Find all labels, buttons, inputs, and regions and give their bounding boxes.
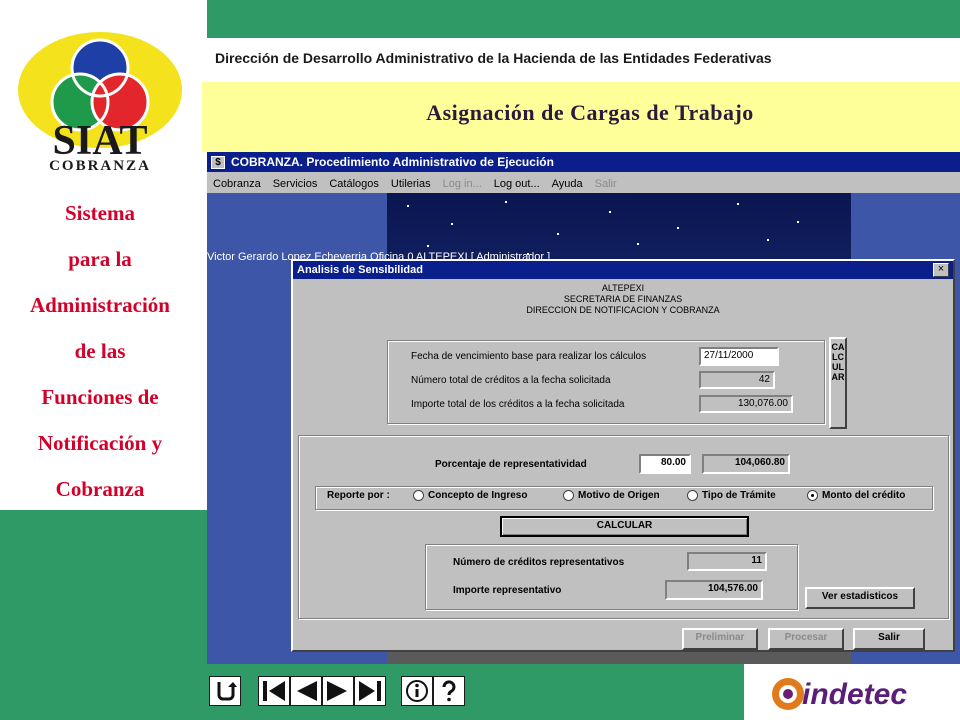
info-icon (406, 680, 428, 702)
first-icon (263, 681, 285, 701)
system-title-line: Administración (29, 293, 170, 317)
first-button[interactable] (258, 676, 290, 706)
num-creditos-field: 42 (699, 371, 775, 389)
previous-icon (297, 681, 317, 701)
menu-catalogos[interactable]: Catálogos (323, 178, 385, 190)
last-icon (359, 681, 381, 701)
importe-label: Importe total de los créditos a la fecha… (411, 399, 625, 410)
return-icon (217, 682, 237, 701)
app-titlebar: $ COBRANZA. Procedimiento Administrativo… (207, 152, 960, 172)
org-line: ALTEPEXI (601, 283, 645, 293)
radio-concepto-ingreso[interactable]: Concepto de Ingreso (413, 490, 527, 501)
menu-servicios[interactable]: Servicios (267, 178, 324, 190)
return-button[interactable] (209, 676, 241, 706)
next-icon (327, 681, 347, 701)
sensitivity-dialog: Analisis de Sensibilidad × ALTEPEXI SECR… (291, 259, 955, 652)
radio-indicator (807, 490, 818, 501)
system-title-line: de las (74, 339, 126, 363)
indetec-text: indetec (802, 678, 907, 711)
logo-subtext: COBRANZA (49, 158, 151, 174)
menu-login[interactable]: Log in... (437, 178, 488, 190)
system-title: Sistema para la Administración de las Fu… (0, 190, 200, 512)
radio-indicator (563, 490, 574, 501)
calcular-vertical-button[interactable]: CALCULAR (829, 337, 847, 429)
ver-estadisticos-label: Ver estadisticos (821, 591, 899, 602)
ver-estadisticos-button[interactable]: Ver estadisticos (805, 587, 915, 609)
radio-indicator (413, 490, 424, 501)
fecha-label: Fecha de vencimiento base para realizar … (411, 351, 647, 362)
salir-button[interactable]: Salir (853, 628, 925, 650)
left-panel: SIAT COBRANZA Sistema para la Administra… (0, 0, 207, 510)
page-title: Asignación de Cargas de Trabajo (426, 100, 754, 125)
radio-tipo-tramite[interactable]: Tipo de Trámite (687, 490, 776, 501)
procesar-button[interactable]: Procesar (768, 628, 844, 650)
menu-salir[interactable]: Salir (589, 178, 623, 190)
repr-num-label: Número de créditos representativos (453, 557, 625, 568)
menu-bar: Cobranza Servicios Catálogos Utilerias L… (207, 174, 960, 193)
porcentaje-label: Porcentaje de representatividad (435, 459, 587, 470)
org-line: DIRECCION DE NOTIFICACION Y COBRANZA (526, 305, 720, 315)
porcentaje-amount-field: 104,060.80 (702, 454, 790, 474)
importe-field: 130,076.00 (699, 395, 793, 413)
preliminar-button[interactable]: Preliminar (682, 628, 758, 650)
menu-ayuda[interactable]: Ayuda (546, 178, 589, 190)
porcentaje-field[interactable]: 80.00 (639, 454, 691, 474)
help-button[interactable] (433, 676, 465, 706)
system-title-line: Funciones de (41, 385, 159, 409)
org-line: SECRETARIA DE FINANZAS (563, 294, 683, 304)
last-button[interactable] (354, 676, 386, 706)
system-title-line: Cobranza (55, 477, 145, 501)
fecha-field[interactable]: 27/11/2000 (699, 347, 779, 366)
calcular-button[interactable]: CALCULAR (500, 516, 749, 537)
menu-utilerias[interactable]: Utilerias (385, 178, 437, 190)
radio-indicator (687, 490, 698, 501)
radio-label: Monto del crédito (822, 490, 906, 501)
info-button[interactable] (401, 676, 433, 706)
menu-cobranza[interactable]: Cobranza (207, 178, 267, 190)
repr-num-field: 11 (687, 552, 767, 571)
indetec-logo: indetec (772, 678, 907, 711)
menu-logout[interactable]: Log out... (488, 178, 546, 190)
indetec-logo-area: indetec (744, 664, 960, 720)
reporte-label: Reporte por : (327, 490, 390, 501)
radio-monto-credito[interactable]: Monto del crédito (807, 490, 905, 501)
radio-label: Tipo de Trámite (702, 490, 776, 501)
system-title-line: Sistema (65, 201, 135, 225)
app-title: COBRANZA. Procedimiento Administrativo d… (231, 155, 554, 169)
previous-button[interactable] (290, 676, 322, 706)
org-header: ALTEPEXI SECRETARIA DE FINANZAS DIRECCIO… (293, 283, 953, 316)
num-creditos-label: Número total de créditos a la fecha soli… (411, 375, 611, 386)
repr-importe-label: Importe representativo (453, 585, 562, 596)
dialog-titlebar: Analisis de Sensibilidad (293, 261, 953, 279)
close-button[interactable]: × (933, 263, 949, 277)
radio-label: Concepto de Ingreso (428, 490, 528, 501)
help-icon (442, 680, 456, 702)
next-button[interactable] (322, 676, 354, 706)
radio-label: Motivo de Origen (578, 490, 660, 501)
dialog-title: Analisis de Sensibilidad (297, 264, 423, 276)
system-title-line: Notificación y (37, 431, 163, 455)
radio-motivo-origen[interactable]: Motivo de Origen (563, 490, 660, 501)
header-subtitle: Dirección de Desarrollo Administrativo d… (215, 50, 772, 66)
repr-importe-field: 104,576.00 (665, 580, 763, 600)
system-title-line: para la (68, 247, 132, 271)
wallpaper-ground (387, 651, 851, 664)
siat-logo: SIAT COBRANZA (18, 32, 182, 174)
dollar-icon[interactable]: $ (211, 155, 225, 169)
